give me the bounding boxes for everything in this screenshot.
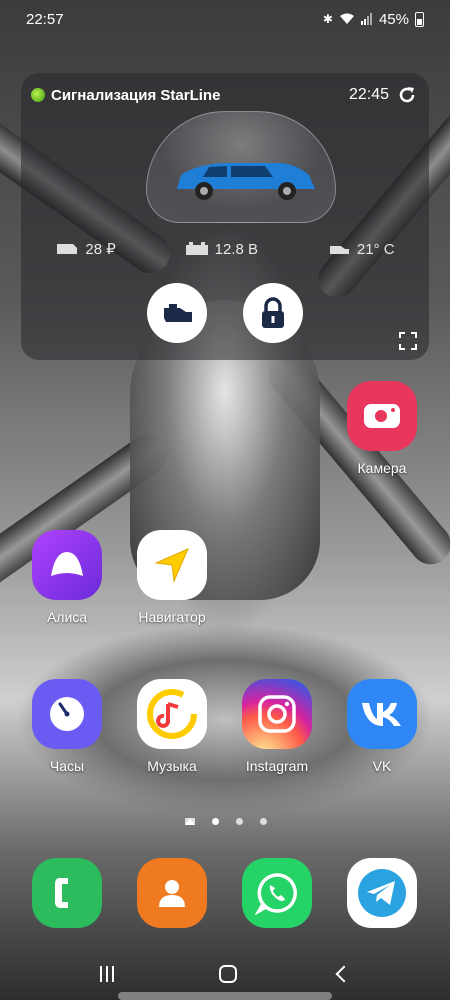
- app-alice[interactable]: Алиса: [17, 530, 117, 625]
- app-navigator[interactable]: Навигатор: [122, 530, 222, 625]
- balance-value: 28 ₽: [85, 241, 116, 258]
- widget-title: Сигнализация StarLine: [51, 86, 221, 104]
- engine-icon: [164, 304, 192, 322]
- music-icon: [137, 679, 207, 749]
- sim-card-icon: [57, 244, 78, 254]
- home-icon[interactable]: [218, 965, 237, 983]
- dock-whatsapp[interactable]: [227, 858, 327, 928]
- status-time: 22:57: [26, 10, 64, 28]
- app-clock[interactable]: Часы: [17, 679, 117, 774]
- app-label: Камера: [357, 460, 407, 476]
- balance-metric: 28 ₽: [55, 240, 116, 258]
- page-indicator[interactable]: [185, 818, 267, 825]
- dock-phone[interactable]: [17, 858, 117, 928]
- page-dot: [260, 818, 267, 825]
- widget-header: Сигнализация StarLine 22:45: [31, 85, 417, 105]
- temperature-metric: 21° C: [327, 240, 395, 258]
- wifi-icon: [339, 13, 354, 24]
- app-vk[interactable]: VK: [332, 679, 432, 774]
- whatsapp-icon: [242, 858, 312, 928]
- app-instagram[interactable]: Instagram: [227, 679, 327, 774]
- dock-telegram[interactable]: [332, 858, 432, 928]
- lock-icon: [262, 297, 284, 328]
- app-label: Алиса: [46, 609, 88, 625]
- signal-icon: [360, 13, 372, 25]
- voltage-metric: 12.8 В: [185, 240, 258, 258]
- page-dot: [236, 818, 243, 825]
- vk-icon: [347, 679, 417, 749]
- app-label: Музыка: [147, 758, 197, 774]
- page-dot: [212, 818, 219, 825]
- navigator-icon: [137, 530, 207, 600]
- battery-percent: 45%: [378, 10, 409, 28]
- starline-widget[interactable]: Сигнализация StarLine 22:45 28 ₽ 12.8 В …: [21, 73, 429, 360]
- app-label: Часы: [49, 758, 85, 774]
- app-label: Instagram: [245, 758, 309, 774]
- temperature-value: 21° C: [356, 240, 395, 258]
- engine-temperature-icon: [329, 246, 349, 254]
- recent-apps-icon[interactable]: [100, 966, 118, 982]
- app-label: Навигатор: [138, 609, 206, 625]
- gesture-handle[interactable]: [118, 992, 332, 1000]
- contacts-icon: [137, 858, 207, 928]
- alice-icon: [32, 530, 102, 600]
- home-page-indicator-icon: [185, 818, 195, 825]
- back-icon[interactable]: [335, 965, 353, 983]
- widget-metrics: 28 ₽ 12.8 В 21° C: [21, 240, 429, 258]
- lock-button[interactable]: [243, 283, 303, 343]
- voltage-value: 12.8 В: [214, 240, 259, 258]
- telegram-icon: [347, 858, 417, 928]
- dock-contacts[interactable]: [122, 858, 222, 928]
- instagram-icon: [242, 679, 312, 749]
- widget-time-group: 22:45: [349, 85, 417, 105]
- refresh-icon[interactable]: [397, 85, 417, 105]
- clock-icon: [32, 679, 102, 749]
- battery-icon: [415, 11, 424, 27]
- car-icon: [177, 163, 315, 200]
- widget-title-group: Сигнализация StarLine: [31, 87, 220, 104]
- app-label: VK: [372, 758, 392, 774]
- expand-icon[interactable]: [399, 332, 417, 350]
- status-dot-icon: [31, 88, 45, 102]
- phone-icon: [32, 858, 102, 928]
- battery-voltage-icon: [185, 242, 208, 255]
- app-camera[interactable]: Камера: [332, 381, 432, 476]
- camera-icon: [347, 381, 417, 451]
- status-icons: ✱ 45%: [323, 11, 424, 28]
- widget-time: 22:45: [348, 86, 389, 103]
- status-bar: 22:57 ✱ 45%: [0, 0, 450, 38]
- bluetooth-icon: ✱: [322, 12, 333, 26]
- engine-start-button[interactable]: [147, 283, 207, 343]
- app-music[interactable]: Музыка: [122, 679, 222, 774]
